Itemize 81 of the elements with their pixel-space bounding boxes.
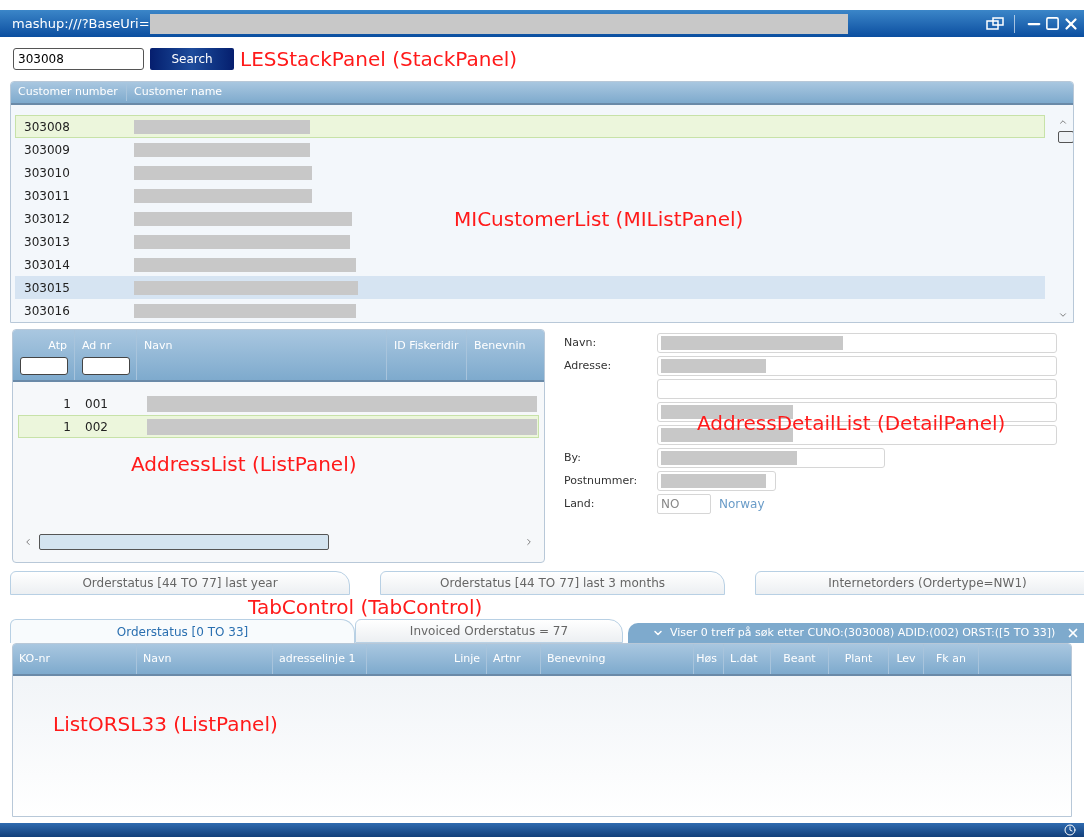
column-header[interactable]: Fk an [924,644,979,674]
column-header[interactable]: ID Fiskeridir [394,340,459,351]
column-header[interactable]: Benevning [541,644,694,674]
column-header[interactable]: Plant [829,644,889,674]
customer-number: 303009 [23,141,71,159]
filter-bar-text: Viser 0 treff på søk etter CUNO:(303008) ADID:(002) ORST:([5 TO 33]) [670,624,1057,641]
scrollbar-thumb[interactable] [39,534,329,550]
scroll-up-icon[interactable] [1058,117,1068,127]
column-header[interactable]: Customer number [11,84,127,101]
filter-field[interactable] [81,357,130,375]
tab[interactable]: Internetorders (Ordertype=NW1) [755,571,1084,595]
column-header[interactable]: Høs [694,644,724,674]
customer-row[interactable]: 303014 [15,253,1045,276]
customer-row[interactable]: 303010 [15,161,1045,184]
atp-cell-text: 1 [62,395,71,413]
scroll-left-icon[interactable] [23,537,33,547]
field-label: Land: [564,496,596,512]
text-field[interactable] [657,379,1057,399]
window-title: mashup:///?BaseUri= [12,14,150,33]
tab[interactable]: Invoiced Orderstatus = 77 [355,619,623,643]
popout-icon [986,16,1004,31]
customer-number: 303013 [23,233,71,251]
search-field[interactable]: 303008 [13,48,144,70]
column-header[interactable]: Customer name [127,84,230,101]
column-header[interactable]: L.dat [724,644,771,674]
filter-field[interactable] [19,357,68,375]
field-label: By: [564,450,582,466]
customer-row[interactable]: 303011 [15,184,1045,207]
annotation-label: MICustomerList (MIListPanel) [454,209,744,229]
search-button[interactable]: Search [150,48,234,70]
text-field[interactable] [657,471,776,491]
column-header[interactable]: KO-nr [13,644,137,674]
customer-number: 303008 [23,118,71,136]
annotation-label: LESStackPanel (StackPanel) [240,49,518,69]
field-label: Adresse: [564,358,613,374]
scroll-right-icon[interactable] [524,537,534,547]
tab[interactable]: Orderstatus [44 TO 77] last 3 months [380,571,725,595]
annotation-label: AddressDetailList (DetailPanel) [697,413,1006,433]
column-header[interactable]: Artnr [487,644,541,674]
tab[interactable]: Orderstatus [0 TO 33] [10,619,355,643]
scroll-down-icon[interactable] [1058,310,1068,320]
column-header[interactable]: Beant [771,644,829,674]
address-number: 001 [84,395,109,413]
customer-row[interactable]: 303009 [15,138,1045,161]
column-header[interactable]: Benevnin [474,340,537,351]
customer-number: 303014 [23,256,71,274]
column-header[interactable]: Navn [144,340,379,351]
country-code-field[interactable]: NO [657,494,711,514]
text-field[interactable] [657,448,885,468]
customer-row[interactable]: 303008 [15,115,1045,138]
atp-cell-text: 1 [62,418,71,436]
customer-number: 303012 [23,210,71,228]
customer-number: 303015 [23,279,71,297]
customer-number: 303016 [23,302,71,320]
annotation-label: ListORSL33 (ListPanel) [53,714,278,734]
customer-row[interactable]: 303016 [15,299,1045,322]
column-header[interactable]: adresselinje 1 [273,644,367,674]
column-header[interactable]: Linje [367,644,487,674]
field-label: Navn: [564,335,598,351]
customer-row[interactable]: 303015 [15,276,1045,299]
country-link[interactable]: Norway [719,495,765,513]
address-row[interactable]: 1 002 [18,415,539,438]
column-header[interactable]: Lev [889,644,924,674]
maximize-icon[interactable] [1045,16,1060,31]
scrollbar-thumb[interactable] [1058,131,1073,143]
tab[interactable]: Orderstatus [44 TO 77] last year [10,571,350,595]
clock-icon[interactable] [1064,824,1076,836]
customer-number: 303011 [23,187,71,205]
column-header[interactable]: Navn [137,644,273,674]
text-field[interactable] [657,333,1057,353]
column-header[interactable]: Ad nr [82,340,129,351]
annotation-label: AddressList (ListPanel) [131,454,357,474]
customer-number: 303010 [23,164,71,182]
customer-row[interactable]: 303012 MICustomerList (MIListPanel) [15,207,1045,230]
customer-row[interactable]: 303013 [15,230,1045,253]
address-row[interactable]: 1 001 [18,392,539,415]
column-header[interactable]: Atp [48,340,67,351]
annotation-label: TabControl (TabControl) [248,597,483,617]
text-field[interactable] [657,356,1057,376]
field-label: Postnummer: [564,473,639,489]
address-number: 002 [84,418,109,436]
